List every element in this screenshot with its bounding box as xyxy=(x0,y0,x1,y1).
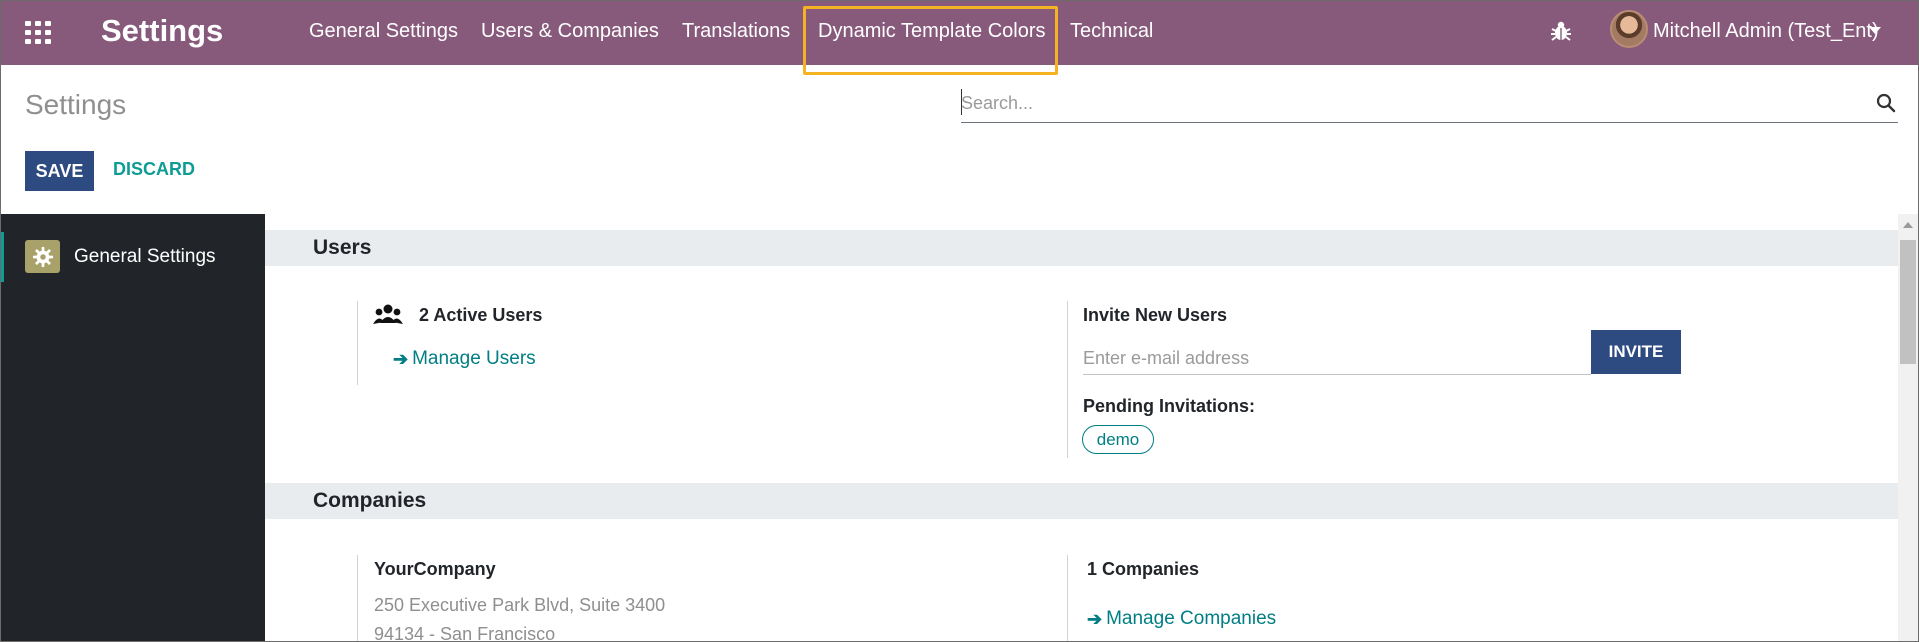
company-address-line2: 94134 - San Francisco xyxy=(374,624,556,642)
user-menu-name[interactable]: Mitchell Admin (Test_Ent) xyxy=(1653,20,1879,43)
pending-invitation-tag[interactable]: demo xyxy=(1082,425,1154,454)
page-title: Settings xyxy=(25,89,127,120)
manage-users-link[interactable]: ➔ Manage Users xyxy=(393,348,536,370)
menu-general-settings[interactable]: General Settings xyxy=(309,20,458,43)
app-brand[interactable]: Settings xyxy=(101,13,223,49)
arrow-right-icon: ➔ xyxy=(1087,608,1103,629)
manage-companies-link[interactable]: ➔ Manage Companies xyxy=(1087,608,1276,630)
companies-count: 1 Companies xyxy=(1087,559,1200,579)
search-icon[interactable] xyxy=(1876,93,1896,113)
search-input[interactable] xyxy=(961,85,1861,121)
menu-users-companies[interactable]: Users & Companies xyxy=(481,20,659,43)
pending-invitations-title: Pending Invitations: xyxy=(1083,396,1256,416)
scrollbar[interactable] xyxy=(1898,214,1918,641)
section-title: Users xyxy=(313,236,372,259)
invite-title: Invite New Users xyxy=(1083,305,1228,325)
bug-icon[interactable] xyxy=(1549,19,1573,43)
gear-icon xyxy=(25,240,60,273)
settings-sidebar: General Settings xyxy=(1,214,265,641)
top-navbar: Settings General Settings Users & Compan… xyxy=(1,1,1918,75)
app-window: Settings General Settings Users & Compan… xyxy=(0,0,1919,642)
divider xyxy=(1067,301,1068,458)
save-button[interactable]: SAVE xyxy=(25,151,94,191)
users-icon xyxy=(373,304,403,324)
divider xyxy=(357,301,358,385)
text-cursor xyxy=(961,89,962,115)
invite-button[interactable]: INVITE xyxy=(1591,330,1681,374)
discard-button[interactable]: DISCARD xyxy=(113,159,195,180)
divider xyxy=(357,555,358,641)
company-name: YourCompany xyxy=(374,559,496,579)
divider xyxy=(1067,555,1068,641)
email-field[interactable] xyxy=(1083,343,1591,375)
menu-translations[interactable]: Translations xyxy=(682,20,790,43)
arrow-right-icon: ➔ xyxy=(393,348,409,369)
apps-grid-icon[interactable] xyxy=(25,21,51,44)
menu-technical[interactable]: Technical xyxy=(1070,20,1153,43)
link-label: Manage Users xyxy=(412,348,536,369)
scroll-thumb[interactable] xyxy=(1900,240,1916,364)
section-header-users: Users xyxy=(265,230,1898,266)
scroll-up-arrow-icon[interactable] xyxy=(1903,222,1913,228)
link-label: Manage Companies xyxy=(1106,608,1277,629)
sidebar-item-general-settings[interactable]: General Settings xyxy=(1,232,265,282)
menu-dynamic-template-colors[interactable]: Dynamic Template Colors xyxy=(818,20,1046,43)
settings-content: Users 2 Active Users ➔ Manage Users Invi… xyxy=(265,214,1898,642)
sidebar-item-label: General Settings xyxy=(74,246,216,267)
search-bar xyxy=(961,85,1898,123)
section-title: Companies xyxy=(313,489,427,512)
section-header-companies: Companies xyxy=(265,483,1898,519)
avatar[interactable] xyxy=(1610,10,1648,48)
active-users-count: 2 Active Users xyxy=(419,305,543,325)
chevron-down-icon[interactable] xyxy=(1869,27,1881,34)
company-address-line1: 250 Executive Park Blvd, Suite 3400 xyxy=(374,595,666,615)
